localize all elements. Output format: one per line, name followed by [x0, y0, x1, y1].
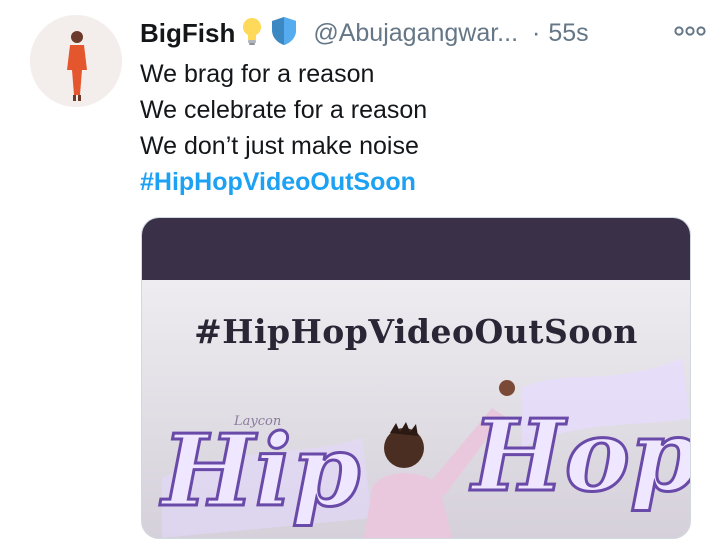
user-handle[interactable]: @Abujagangwar... [313, 19, 518, 48]
lightbulb-icon [241, 16, 263, 51]
more-options-icon[interactable] [672, 8, 708, 43]
hashtag-link[interactable]: #HipHopVideoOutSoon [140, 164, 427, 200]
display-name[interactable]: BigFish [140, 18, 235, 49]
avatar-photo [30, 15, 122, 107]
tweet-line: We celebrate for a reason [140, 96, 428, 124]
separator-dot: · [532, 18, 541, 47]
media-top-bar [142, 218, 690, 280]
tweet-line: We brag for a reason [140, 60, 375, 88]
tweet-header: BigFish @Abujagangwar... · 55s [140, 14, 700, 52]
media-headline: #HipHopVideoOutSoon [194, 312, 638, 351]
tweet-line: We don’t just make noise [140, 132, 419, 160]
timestamp[interactable]: 55s [548, 19, 588, 48]
tweet-media-image[interactable]: #HipHopVideoOutSoon Laycon Hip Hop [141, 217, 691, 539]
shield-icon [269, 15, 299, 52]
media-word-left: Hip [160, 414, 361, 529]
avatar[interactable] [30, 15, 122, 107]
media-word-right: Hop [470, 399, 691, 514]
tweet-text: We brag for a reason We celebrate for a … [140, 56, 427, 200]
